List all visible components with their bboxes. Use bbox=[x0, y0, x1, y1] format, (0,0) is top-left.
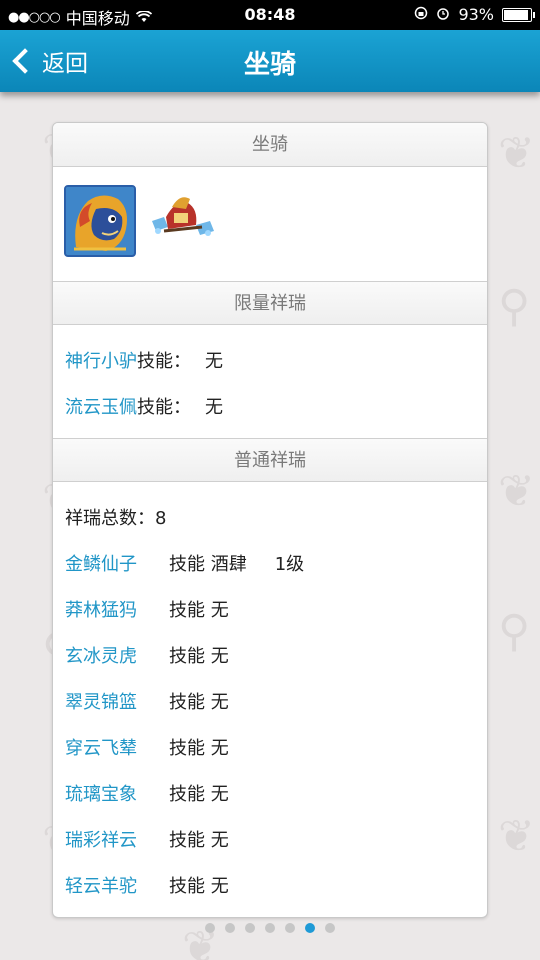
normal-section-header: 普通祥瑞 bbox=[53, 438, 487, 482]
limited-item: 神行小驴技能： 无 bbox=[65, 339, 487, 385]
normal-item: 玄冰灵虎 技能 无 bbox=[65, 634, 487, 680]
normal-item: 金鳞仙子 技能 酒肆 1级 bbox=[65, 542, 487, 588]
lion-mount-icon bbox=[66, 187, 134, 255]
normal-item-skill-label: 技能 bbox=[169, 600, 205, 621]
page-dot[interactable] bbox=[225, 923, 235, 933]
limited-item-skill-value: 无 bbox=[205, 397, 223, 418]
page-dot[interactable] bbox=[265, 923, 275, 933]
normal-item-skill-label: 技能 bbox=[169, 646, 205, 667]
alarm-icon bbox=[436, 5, 450, 24]
mount-info-card: 坐骑 限量祥瑞 神行小驴技能： 无 流云玉佩技能： 无 普通祥瑞 祥瑞总数：8 … bbox=[52, 122, 488, 918]
page-dot[interactable] bbox=[245, 923, 255, 933]
rotation-lock-icon bbox=[414, 5, 428, 24]
page-indicator bbox=[0, 923, 540, 933]
mount-thumbnails bbox=[53, 167, 487, 281]
page-dot[interactable] bbox=[285, 923, 295, 933]
normal-item-skill-label: 技能 bbox=[169, 554, 205, 575]
normal-item-skill-value: 酒肆 bbox=[210, 554, 247, 575]
battery-level-fill bbox=[504, 9, 529, 20]
normal-item: 莽林猛犸 技能 无 bbox=[65, 588, 487, 634]
normal-item-name[interactable]: 翠灵锦篮 bbox=[65, 680, 169, 726]
normal-item-skill-value: 无 bbox=[210, 738, 229, 759]
normal-item: 琉璃宝象 技能 无 bbox=[65, 772, 487, 818]
normal-item-skill-label: 技能 bbox=[169, 784, 205, 805]
status-right: 93% bbox=[414, 5, 535, 24]
normal-item-skill-value: 无 bbox=[210, 692, 229, 713]
normal-item-skill-value: 无 bbox=[210, 876, 229, 897]
limited-item-name[interactable]: 流云玉佩 bbox=[65, 397, 137, 418]
normal-item-level: 1级 bbox=[274, 554, 305, 575]
limited-section-header: 限量祥瑞 bbox=[53, 281, 487, 325]
normal-item-skill-label: 技能 bbox=[169, 876, 205, 897]
page-dot[interactable] bbox=[325, 923, 335, 933]
battery-percent: 93% bbox=[458, 5, 494, 24]
normal-item-skill-label: 技能 bbox=[169, 738, 205, 759]
normal-item: 瑞彩祥云 技能 无 bbox=[65, 818, 487, 864]
mount-thumbnail-selected[interactable] bbox=[64, 185, 136, 257]
normal-item-name[interactable]: 穿云飞辇 bbox=[65, 726, 169, 772]
page-title: 坐骑 bbox=[243, 50, 296, 80]
normal-item-skill-value: 无 bbox=[210, 600, 229, 621]
total-count-label: 祥瑞总数： bbox=[65, 508, 155, 529]
limited-item-skill-value: 无 bbox=[205, 351, 223, 372]
normal-item-name[interactable]: 轻云羊驼 bbox=[65, 864, 169, 910]
normal-item-name[interactable]: 琉璃宝象 bbox=[65, 772, 169, 818]
limited-item-name[interactable]: 神行小驴 bbox=[65, 351, 137, 372]
normal-item: 翠灵锦篮 技能 无 bbox=[65, 680, 487, 726]
battery-icon bbox=[502, 7, 535, 22]
normal-item-name[interactable]: 莽林猛犸 bbox=[65, 588, 169, 634]
status-bar: ●●○○○ 中国移动 08:48 93% bbox=[0, 0, 540, 30]
total-count-row: 祥瑞总数：8 bbox=[65, 496, 487, 542]
page-dot[interactable] bbox=[205, 923, 215, 933]
limited-mount-list: 神行小驴技能：无 流云玉佩技能：无 bbox=[53, 325, 487, 438]
normal-item-skill-value: 无 bbox=[210, 830, 229, 851]
normal-item-name[interactable]: 瑞彩祥云 bbox=[65, 818, 169, 864]
flying-carriage-icon bbox=[152, 197, 214, 236]
normal-item-skill-label: 技能 bbox=[169, 692, 205, 713]
normal-item-name[interactable]: 金鳞仙子 bbox=[65, 542, 169, 588]
normal-item-skill-label: 技能 bbox=[169, 830, 205, 851]
normal-item-skill-value: 无 bbox=[210, 784, 229, 805]
mount-section-header: 坐骑 bbox=[53, 123, 487, 167]
limited-item: 流云玉佩技能： 无 bbox=[65, 385, 487, 431]
normal-item: 轻云羊驼 技能 无 bbox=[65, 864, 487, 910]
limited-item-skill-label: 技能： bbox=[137, 397, 191, 418]
mount-thumbnail-flying-carriage[interactable] bbox=[146, 187, 218, 259]
normal-item-skill-value: 无 bbox=[210, 646, 229, 667]
page-dot-active[interactable] bbox=[305, 923, 315, 933]
normal-item-name[interactable]: 玄冰灵虎 bbox=[65, 634, 169, 680]
total-count-value: 8 bbox=[155, 508, 167, 529]
limited-item-skill-label: 技能： bbox=[137, 351, 191, 372]
normal-item: 穿云飞辇 技能 无 bbox=[65, 726, 487, 772]
normal-mount-list: 祥瑞总数：8 金鳞仙子 技能 酒肆 1级 莽林猛犸 技能 无 玄冰灵虎 技能 无 翠灵锦… bbox=[53, 482, 487, 910]
navigation-bar: 返回 坐骑 bbox=[0, 30, 540, 92]
